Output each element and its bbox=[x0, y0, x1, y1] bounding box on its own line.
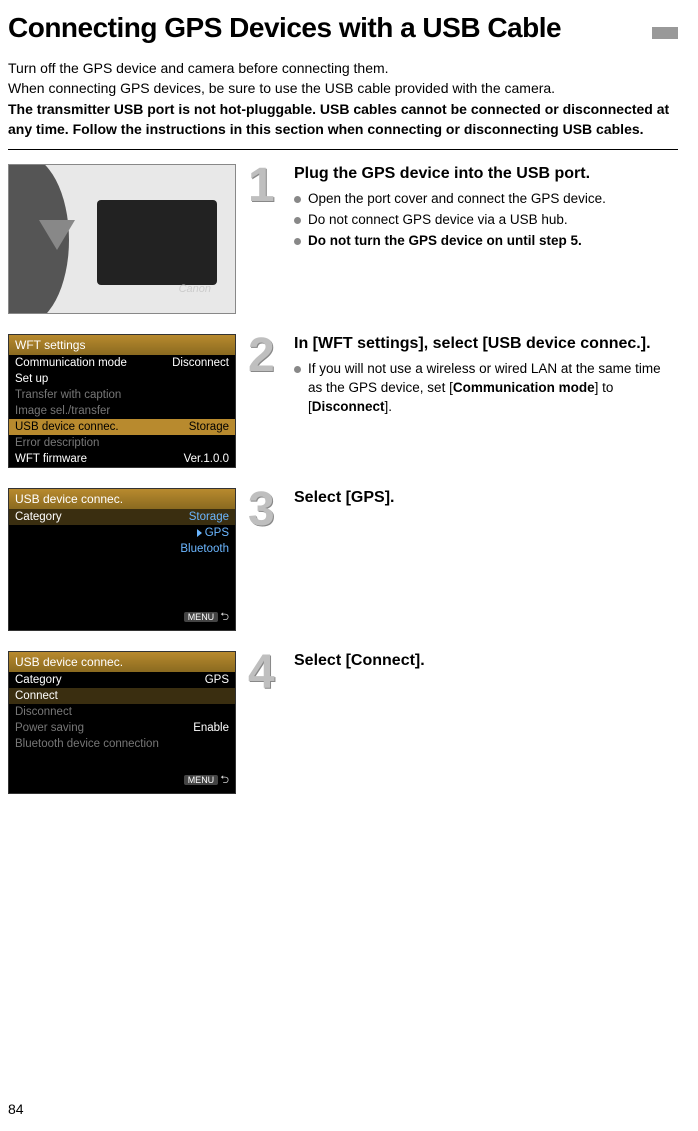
step-2: WFT settings Communication modeDisconnec… bbox=[8, 334, 678, 468]
menu-row: Bluetooth device connection bbox=[9, 736, 235, 752]
menu-row: Bluetooth bbox=[9, 541, 235, 557]
step-1-bullet: Open the port cover and connect the GPS … bbox=[294, 190, 678, 209]
menu-footer: MENU⮌ bbox=[9, 605, 235, 630]
menu-row-empty bbox=[9, 573, 235, 589]
usb-arrow-icon bbox=[39, 220, 75, 250]
menu-row: Power savingEnable bbox=[9, 720, 235, 736]
step-2-heading: In [WFT settings], select [USB device co… bbox=[294, 334, 678, 354]
menu-row: Disconnect bbox=[9, 704, 235, 720]
menu-title: USB device connec. bbox=[9, 652, 235, 672]
intro-line2: When connecting GPS devices, be sure to … bbox=[8, 78, 678, 98]
menu-row: Transfer with caption bbox=[9, 387, 235, 403]
intro-text: Turn off the GPS device and camera befor… bbox=[8, 58, 678, 139]
step-1: Canon 1 Plug the GPS device into the USB… bbox=[8, 164, 678, 314]
camera-photo: Canon bbox=[8, 164, 236, 314]
menu-row: Category Storage bbox=[9, 509, 235, 525]
menu-row-selected: USB device connec.Storage bbox=[9, 419, 235, 435]
menu-row-empty bbox=[9, 557, 235, 573]
section-divider bbox=[8, 149, 678, 150]
wft-settings-screenshot: WFT settings Communication modeDisconnec… bbox=[8, 334, 236, 468]
step-3-heading: Select [GPS]. bbox=[294, 488, 678, 508]
menu-row: Set up bbox=[9, 371, 235, 387]
section-tab-marker bbox=[652, 27, 678, 39]
step-1-bullet: Do not connect GPS device via a USB hub. bbox=[294, 211, 678, 230]
step-4: USB device connec. CategoryGPS Connect D… bbox=[8, 651, 678, 794]
step-number-1: 1 bbox=[248, 164, 282, 207]
selection-arrow-icon bbox=[197, 529, 202, 537]
step-1-heading: Plug the GPS device into the USB port. bbox=[294, 164, 678, 184]
menu-row: WFT firmwareVer.1.0.0 bbox=[9, 451, 235, 467]
menu-row: Error description bbox=[9, 435, 235, 451]
step-number-4: 4 bbox=[248, 651, 282, 694]
intro-line1: Turn off the GPS device and camera befor… bbox=[8, 58, 678, 78]
menu-row-empty bbox=[9, 752, 235, 768]
step-4-heading: Select [Connect]. bbox=[294, 651, 678, 671]
menu-row: Image sel./transfer bbox=[9, 403, 235, 419]
menu-row-empty bbox=[9, 589, 235, 605]
step-3: USB device connec. Category Storage GPS … bbox=[8, 488, 678, 631]
menu-row: Communication modeDisconnect bbox=[9, 355, 235, 371]
step-number-3: 3 bbox=[248, 488, 282, 531]
page-number: 84 bbox=[8, 1101, 24, 1117]
usb-device-category-screenshot: USB device connec. Category Storage GPS … bbox=[8, 488, 236, 631]
camera-brand-label: Canon bbox=[179, 283, 211, 295]
intro-warning: The transmitter USB port is not hot-plug… bbox=[8, 99, 678, 140]
menu-footer: MENU⮌ bbox=[9, 768, 235, 793]
menu-row: CategoryGPS bbox=[9, 672, 235, 688]
step-number-2: 2 bbox=[248, 334, 282, 377]
menu-row-selected: Connect bbox=[9, 688, 235, 704]
menu-row: GPS bbox=[9, 525, 235, 541]
menu-title: WFT settings bbox=[9, 335, 235, 355]
step-1-bullet: Do not turn the GPS device on until step… bbox=[294, 232, 678, 251]
page-title: Connecting GPS Devices with a USB Cable bbox=[8, 12, 561, 44]
usb-device-connect-screenshot: USB device connec. CategoryGPS Connect D… bbox=[8, 651, 236, 794]
step-2-bullet: If you will not use a wireless or wired … bbox=[294, 360, 678, 417]
menu-title: USB device connec. bbox=[9, 489, 235, 509]
